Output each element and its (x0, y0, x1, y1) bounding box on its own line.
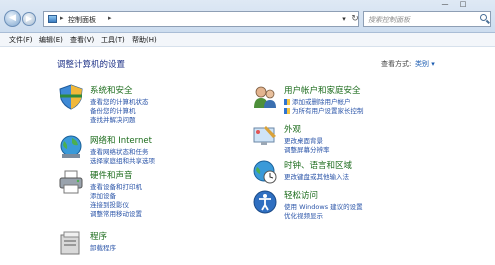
printer-icon[interactable] (58, 169, 84, 195)
programs-box-icon[interactable] (58, 230, 84, 256)
view-by-label: 查看方式: (381, 60, 412, 68)
category-title[interactable]: 轻松访问 (284, 189, 318, 201)
page-title: 调整计算机的设置 (57, 60, 126, 70)
search-input[interactable]: 搜索控制面板 (363, 11, 491, 27)
control-panel-content: 调整计算机的设置 查看方式: 类别 ▾ 系统和安全 查看您的计算机状态 备份您的… (0, 47, 495, 265)
category-link-text: 为所有用户设置家长控制 (292, 107, 364, 115)
menu-bar: 文件(F) 编辑(E) 查看(V) 工具(T) 帮助(H) (0, 33, 495, 47)
chevron-down-icon: ▾ (342, 15, 346, 23)
maximize-icon: □ (459, 0, 467, 8)
category-link[interactable]: 优化视频显示 (284, 210, 323, 220)
address-dropdown-button[interactable]: ▾ (339, 12, 349, 26)
globe-network-icon[interactable] (58, 134, 84, 160)
category-title[interactable]: 外观 (284, 123, 301, 135)
category-title[interactable]: 硬件和声音 (90, 169, 133, 181)
control-panel-icon (48, 15, 57, 23)
minimize-icon: — (441, 0, 449, 8)
view-by-dropdown[interactable]: 类别 ▾ (415, 59, 435, 69)
back-button[interactable]: ◀ (4, 10, 21, 27)
appearance-monitor-icon[interactable] (252, 123, 278, 149)
category-link[interactable]: 选择家庭组和共享选项 (90, 155, 155, 165)
category-link[interactable]: 调整屏幕分辨率 (284, 144, 330, 154)
category-title[interactable]: 系统和安全 (90, 84, 133, 96)
category-link[interactable]: 调整常用移动设置 (90, 208, 142, 218)
users-icon[interactable] (252, 84, 278, 110)
back-arrow-icon: ◀ (9, 13, 16, 23)
category-link[interactable]: 查找并解决问题 (90, 114, 136, 124)
shield-icon[interactable] (58, 84, 84, 110)
navigation-bar: ◀ ▶ ▸ 控制面板 ▸ ▾ ↻ 搜索控制面板 — □ (0, 0, 495, 33)
category-link[interactable]: 为所有用户设置家长控制 (284, 105, 364, 115)
breadcrumb-arrow-icon[interactable]: ▸ (60, 14, 64, 22)
search-placeholder: 搜索控制面板 (368, 16, 410, 24)
uac-shield-icon (284, 108, 290, 114)
menu-tools[interactable]: 工具(T) (101, 35, 125, 45)
forward-arrow-icon: ▶ (25, 14, 33, 23)
clock-globe-icon[interactable] (252, 159, 278, 185)
menu-file[interactable]: 文件(F) (9, 35, 33, 45)
menu-help[interactable]: 帮助(H) (132, 35, 157, 45)
category-title[interactable]: 用户帐户和家庭安全 (284, 84, 361, 96)
breadcrumb-arrow-icon[interactable]: ▸ (108, 14, 112, 22)
search-icon[interactable] (480, 14, 487, 21)
address-bar[interactable]: ▸ 控制面板 ▸ (43, 11, 359, 27)
refresh-button[interactable]: ↻ (349, 12, 361, 26)
menu-edit[interactable]: 编辑(E) (39, 35, 63, 45)
breadcrumb-control-panel[interactable]: 控制面板 (68, 15, 96, 25)
maximize-button[interactable]: □ (456, 0, 470, 9)
category-title[interactable]: 网络和 Internet (90, 134, 152, 146)
category-link[interactable]: 卸载程序 (90, 242, 116, 252)
menu-view[interactable]: 查看(V) (70, 35, 94, 45)
refresh-icon: ↻ (351, 14, 359, 24)
category-title[interactable]: 时钟、语言和区域 (284, 159, 352, 171)
category-link[interactable]: 更改键盘或其他输入法 (284, 171, 349, 181)
accessibility-icon[interactable] (252, 189, 278, 215)
minimize-button[interactable]: — (438, 0, 452, 9)
category-title[interactable]: 程序 (90, 230, 107, 242)
forward-button[interactable]: ▶ (22, 12, 36, 26)
